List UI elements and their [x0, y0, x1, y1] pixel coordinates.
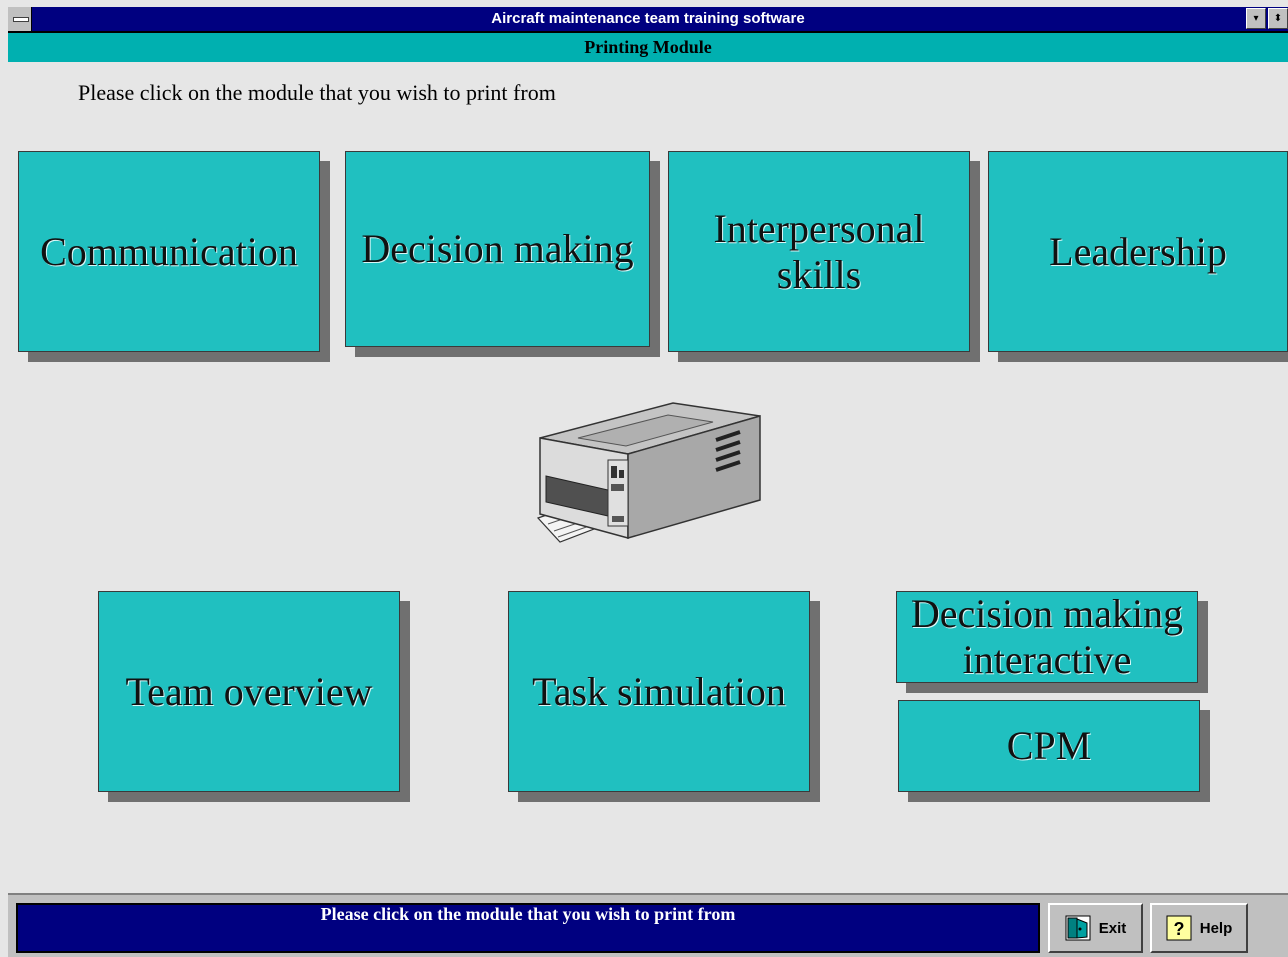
- module-communication-label: Communication: [40, 228, 298, 274]
- module-decision-making[interactable]: Decision making: [345, 151, 650, 347]
- module-leadership-label: Leadership: [1049, 228, 1227, 274]
- exit-button-label: Exit: [1098, 919, 1127, 937]
- window-title: Aircraft maintenance team training softw…: [491, 10, 805, 27]
- help-icon: ?: [1166, 915, 1192, 941]
- module-task-simulation-label: Task simulation: [532, 668, 786, 714]
- module-decision-making-label: Decision making: [361, 226, 634, 271]
- module-interpersonal-skills[interactable]: Interpersonal skills: [668, 151, 970, 352]
- module-task-simulation[interactable]: Task simulation: [508, 591, 810, 792]
- title-bar: Aircraft maintenance team training softw…: [8, 7, 1288, 31]
- module-bar: Printing Module: [8, 31, 1288, 62]
- maximize-button[interactable]: ⬍: [1268, 8, 1288, 29]
- printer-icon: [536, 402, 761, 543]
- help-button[interactable]: ? Help: [1150, 903, 1248, 953]
- exit-icon: [1065, 915, 1091, 941]
- module-communication[interactable]: Communication: [18, 151, 320, 352]
- module-team-overview-label: Team overview: [125, 668, 373, 714]
- help-button-label: Help: [1199, 919, 1233, 937]
- exit-button[interactable]: Exit: [1048, 903, 1143, 953]
- module-leadership[interactable]: Leadership: [988, 151, 1288, 352]
- status-bar: Please click on the module that you wish…: [8, 893, 1288, 957]
- svg-text:?: ?: [1173, 919, 1184, 939]
- module-interpersonal-skills-label: Interpersonal skills: [713, 205, 925, 297]
- instruction-text: Please click on the module that you wish…: [78, 80, 556, 105]
- status-message: Please click on the module that you wish…: [320, 904, 736, 924]
- module-decision-making-interactive[interactable]: Decision making interactive: [896, 591, 1198, 683]
- module-title: Printing Module: [584, 37, 712, 57]
- module-cpm[interactable]: CPM: [898, 700, 1200, 792]
- module-decision-making-interactive-label: Decision making interactive: [910, 591, 1184, 682]
- module-team-overview[interactable]: Team overview: [98, 591, 400, 792]
- module-cpm-label: CPM: [1006, 723, 1092, 768]
- minimize-button[interactable]: ▾: [1246, 8, 1266, 29]
